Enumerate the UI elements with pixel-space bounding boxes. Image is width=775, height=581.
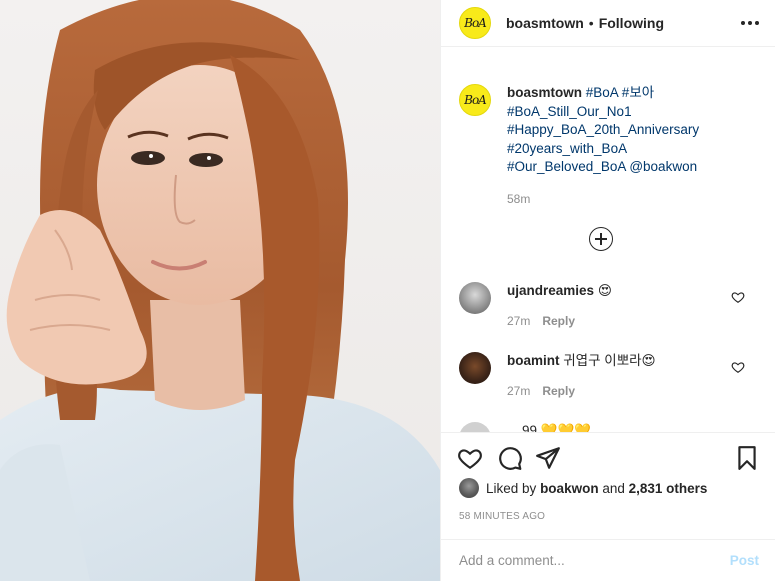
comment-text: 😍 bbox=[597, 283, 612, 298]
likes-prefix: Liked by bbox=[486, 480, 537, 496]
likes-summary: Liked by boakwon and 2,831 others bbox=[459, 478, 707, 498]
post-image[interactable] bbox=[0, 0, 440, 581]
post-panel: BoA boasmtown • Following BoA boasmtown … bbox=[440, 0, 775, 581]
likes-count[interactable]: 2,831 others bbox=[629, 481, 708, 496]
caption-hashtag-3[interactable]: #Happy_BoA_20th_Anniversary bbox=[507, 121, 699, 140]
post-button[interactable]: Post bbox=[730, 553, 759, 568]
share-icon[interactable] bbox=[535, 445, 561, 471]
reply-button[interactable]: Reply bbox=[542, 384, 575, 398]
caption-hashtag-5[interactable]: #Our_Beloved_BoA @boakwon bbox=[507, 158, 699, 177]
comment-time: 27m bbox=[507, 384, 531, 398]
comment-username[interactable]: ... bbox=[507, 423, 518, 432]
caption: BoA boasmtown #BoA #보아 #BoA_Still_Our_No… bbox=[441, 48, 775, 208]
caption-time: 58m bbox=[507, 191, 531, 206]
caption-avatar[interactable]: BoA bbox=[459, 84, 491, 116]
comment-item: boamint 귀엽구 이뽀라😍 27m Reply bbox=[459, 352, 759, 400]
comment-username[interactable]: boamint bbox=[507, 353, 560, 368]
action-bar bbox=[441, 432, 775, 482]
caption-avatar-logo-text: BoA bbox=[464, 93, 487, 107]
comment-time: 27m bbox=[507, 314, 531, 328]
bookmark-icon[interactable] bbox=[734, 445, 760, 471]
liker-username[interactable]: boakwon bbox=[540, 481, 599, 496]
comment-heart-icon[interactable] bbox=[731, 290, 745, 304]
caption-hashtag-4[interactable]: #20years_with_BoA bbox=[507, 140, 699, 159]
following-button[interactable]: Following bbox=[599, 15, 664, 31]
reply-button[interactable]: Reply bbox=[542, 314, 575, 328]
caption-hashtags-1[interactable]: #BoA #보아 bbox=[586, 85, 654, 100]
comment-item: ... 99 💛💛💛 bbox=[459, 422, 759, 432]
more-icon[interactable] bbox=[741, 21, 759, 25]
caption-hashtag-2[interactable]: #BoA_Still_Our_No1 bbox=[507, 103, 699, 122]
plus-circle-icon[interactable] bbox=[589, 227, 613, 251]
comment-text: 99 💛💛💛 bbox=[522, 423, 592, 432]
comment-input[interactable] bbox=[459, 553, 730, 568]
liker-avatar[interactable] bbox=[459, 478, 479, 498]
commenter-avatar[interactable] bbox=[459, 422, 491, 432]
add-comment-bar: Post bbox=[441, 539, 775, 581]
comment-heart-icon[interactable] bbox=[731, 360, 745, 374]
header-username[interactable]: boasmtown bbox=[506, 15, 584, 31]
heart-icon[interactable] bbox=[457, 445, 483, 471]
post-header: BoA boasmtown • Following bbox=[441, 0, 775, 47]
commenter-avatar[interactable] bbox=[459, 282, 491, 314]
avatar-logo-text: BoA bbox=[464, 16, 487, 30]
comment-username[interactable]: ujandreamies bbox=[507, 283, 594, 298]
comment-item: ujandreamies 😍 27m Reply bbox=[459, 282, 759, 330]
likes-and: and bbox=[602, 480, 625, 496]
comments-section[interactable]: BoA boasmtown #BoA #보아 #BoA_Still_Our_No… bbox=[441, 48, 775, 432]
commenter-avatar[interactable] bbox=[459, 352, 491, 384]
post-timestamp[interactable]: 58 MINUTES AGO bbox=[459, 511, 545, 522]
account-avatar[interactable]: BoA bbox=[459, 7, 491, 39]
header-separator: • bbox=[588, 15, 594, 31]
comment-text: 귀엽구 이뽀라😍 bbox=[563, 353, 656, 368]
caption-username[interactable]: boasmtown bbox=[507, 85, 582, 100]
portrait-illustration bbox=[0, 0, 440, 581]
post-viewer: BoA boasmtown • Following BoA boasmtown … bbox=[0, 0, 775, 581]
comment-icon[interactable] bbox=[497, 445, 523, 471]
